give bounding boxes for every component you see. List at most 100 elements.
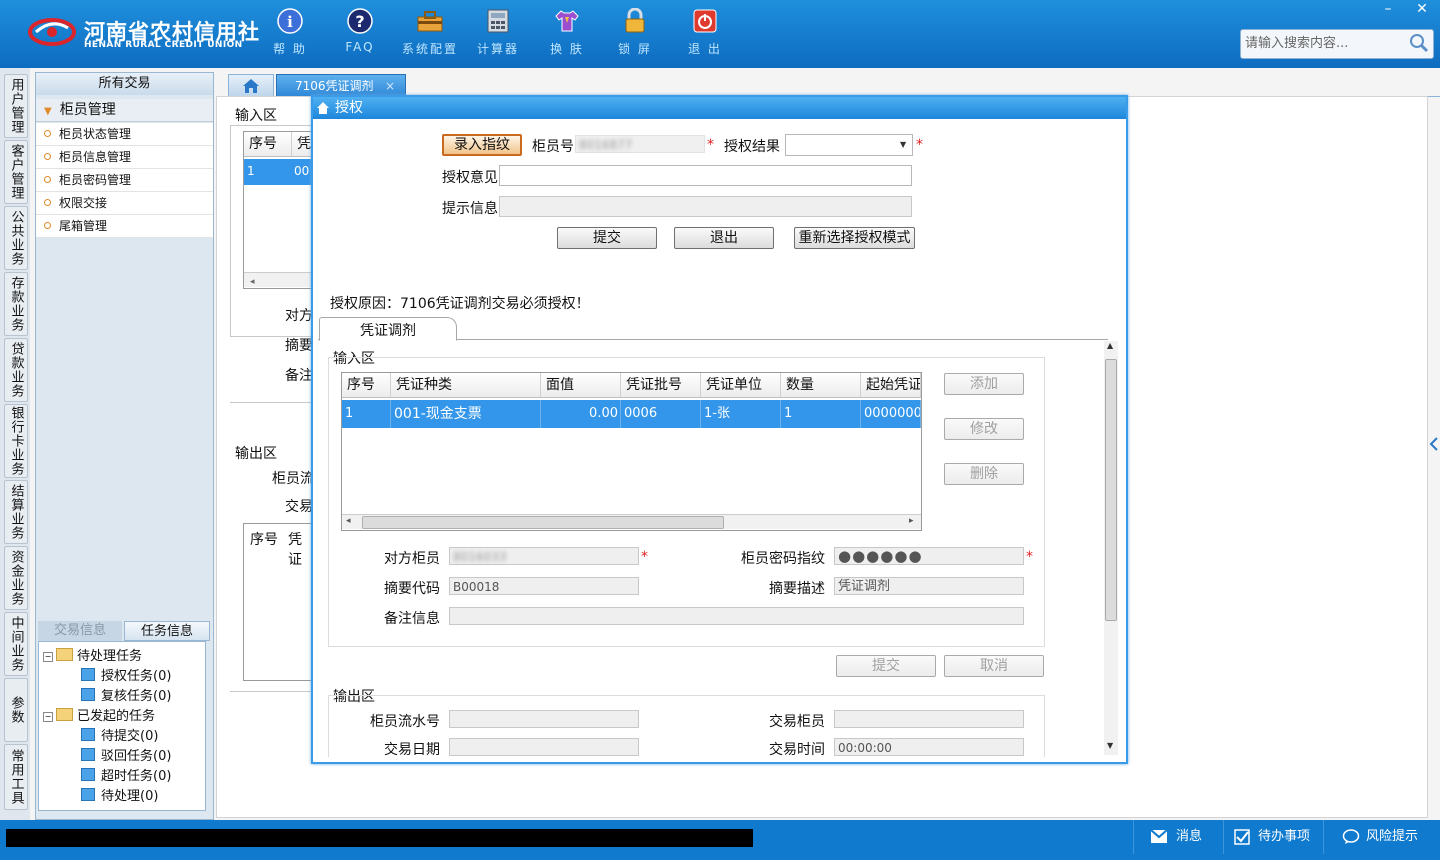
folder-icon [56,648,73,661]
config-button[interactable]: 系统配置 [395,8,465,62]
scroll-right-icon[interactable]: ▸ [909,516,914,526]
window-close-button[interactable]: ✕ [1406,0,1438,18]
scroll-left-icon[interactable]: ◂ [346,516,351,526]
exit-auth-button[interactable]: 退出 [674,227,774,249]
tab-home[interactable] [228,74,274,97]
status-message-area [6,829,753,847]
vnav-deposit-business[interactable]: 存款业务 [4,272,28,336]
tree-node-pending[interactable]: − 待处理任务 [43,645,142,664]
todo-button[interactable]: 待办事项 [1223,820,1324,854]
group-teller-mgmt[interactable]: ▼ 柜员管理 [36,99,213,122]
task-icon [81,788,95,801]
tree-node-review-task[interactable]: 复核任务(0) [81,685,171,704]
collapse-icon[interactable]: − [43,712,53,722]
bg-input-grid: 序号 凭 1 00 ◂ [243,131,315,289]
trade-time-label: 交易时间 [769,742,825,757]
bullet-icon [44,176,51,183]
calculator-button[interactable]: 计算器 [463,8,533,62]
summary-code-field[interactable]: B00018 [449,577,639,595]
teller-no-field[interactable]: 8016877 [575,135,705,153]
scroll-down-icon[interactable]: ▼ [1107,741,1113,750]
tree-node-rejected[interactable]: 驳回任务(0) [81,745,171,764]
help-button[interactable]: i 帮 助 [255,8,325,62]
search-icon[interactable] [1409,33,1429,53]
vnav-settlement-business[interactable]: 结算业务 [4,480,28,544]
menu-item-teller-info[interactable]: 柜员信息管理 [36,146,213,169]
dialog-home-icon [317,102,329,114]
tree-node-to-submit[interactable]: 待提交(0) [81,725,158,744]
vnav-common-tools[interactable]: 常用工具 [4,744,28,810]
lock-icon [620,8,650,34]
tab-close-icon[interactable]: × [385,75,395,97]
cell-quantity: 1 [781,400,861,428]
voucher-row[interactable]: 1 001-现金支票 0.00 0006 1-张 1 000000000 [342,400,921,428]
tree-node-timeout[interactable]: 超时任务(0) [81,765,171,784]
bullet-icon [44,199,51,206]
delete-button[interactable]: 删除 [944,463,1024,485]
submit-auth-button[interactable]: 提交 [557,227,657,249]
menu-item-permission-handover[interactable]: 权限交接 [36,192,213,215]
vnav-loan-business[interactable]: 贷款业务 [4,338,28,402]
cell-batch-no: 0006 [621,400,701,428]
grid-hscroll-thumb[interactable] [362,516,724,529]
tree-node-initiated[interactable]: − 已发起的任务 [43,705,155,724]
task-icon [81,748,95,761]
enter-fingerprint-button[interactable]: 录入指纹 [442,134,522,156]
shirt-icon [552,8,582,34]
dialog-scroll-area: 输入区 序号 凭证种类 面值 凭证批号 凭证单位 数量 起始凭证 1 001-现… [318,341,1104,757]
dialog-vscroll-thumb[interactable] [1105,359,1117,621]
risk-button[interactable]: 风险提示 [1323,820,1440,854]
tree-node-auth-task[interactable]: 授权任务(0) [81,665,171,684]
search-input[interactable] [1241,30,1409,56]
submit-button[interactable]: 提交 [836,655,936,677]
vnav-card-business[interactable]: 银行卡业务 [4,404,28,478]
tree-label: 驳回任务(0) [101,749,172,764]
tab-trade-info[interactable]: 交易信息 [38,621,122,641]
cancel-button[interactable]: 取消 [944,655,1044,677]
task-tree: − 待处理任务 授权任务(0) 复核任务(0) − 已发起的任务 待提交(0) 驳回… [38,641,206,811]
tree-node-to-process[interactable]: 待处理(0) [81,785,158,804]
bg-divider [230,402,312,403]
panel-title: 所有交易 [36,73,213,95]
reselect-auth-mode-button[interactable]: 重新选择授权模式 [794,227,915,249]
minimize-button[interactable]: – [1372,0,1404,18]
exit-button[interactable]: 退 出 [670,8,740,62]
menu-item-teller-status[interactable]: 柜员状态管理 [36,123,213,146]
modify-button[interactable]: 修改 [944,418,1024,440]
vnav-fund-business[interactable]: 资金业务 [4,546,28,610]
faq-button[interactable]: ? FAQ [325,8,395,62]
vnav-user-mgmt[interactable]: 用户管理 [4,74,28,138]
grid-hscroll[interactable]: ◂ ▸ [342,514,921,529]
bg-output-area-title: 输出区 [235,446,277,462]
menu-item-tail-box[interactable]: 尾箱管理 [36,215,213,238]
counterpart-teller-field[interactable]: 8016033 [449,547,639,565]
pwd-fp-field[interactable]: ●●●●●● [834,547,1024,565]
subtab-voucher-adjust[interactable]: 凭证调剂 [319,317,457,341]
vnav-public-business[interactable]: 公共业务 [4,206,28,270]
dialog-title-bar[interactable]: 授权 [313,97,1126,119]
auth-opinion-input[interactable] [499,165,912,186]
scroll-up-icon[interactable]: ▲ [1107,341,1113,350]
skin-button[interactable]: 换 肤 [532,8,602,62]
chevron-left-icon[interactable] [1429,437,1439,451]
bg-col-seq: 序号 [244,132,292,157]
collapse-icon[interactable]: − [43,652,53,662]
logo-text-en: HENAN RURAL CREDIT UNION [84,40,243,50]
dialog-vscroll[interactable]: ▲ ▼ [1104,341,1118,755]
note-field[interactable] [449,607,1024,625]
search-box [1240,29,1434,59]
cell-unit: 1-张 [701,400,781,428]
auth-reason-text: 授权原因：7106凭证调剂交易必须授权！ [330,296,590,312]
messages-button[interactable]: 消息 [1133,820,1224,854]
vnav-parameters[interactable]: 参数 [4,678,28,742]
auth-result-select[interactable]: ▼ [785,134,913,156]
summary-desc-field[interactable]: 凭证调剂 [834,577,1024,595]
vnav-intermediary-business[interactable]: 中间业务 [4,612,28,676]
bg-hscroll[interactable]: ◂ [244,272,314,287]
add-button[interactable]: 添加 [944,373,1024,395]
menu-item-teller-password[interactable]: 柜员密码管理 [36,169,213,192]
tab-task-info[interactable]: 任务信息 [124,621,210,641]
lock-button[interactable]: 锁 屏 [600,8,670,62]
vnav-customer-mgmt[interactable]: 客户管理 [4,140,28,204]
bg-grid-row[interactable]: 1 00 [244,159,314,185]
